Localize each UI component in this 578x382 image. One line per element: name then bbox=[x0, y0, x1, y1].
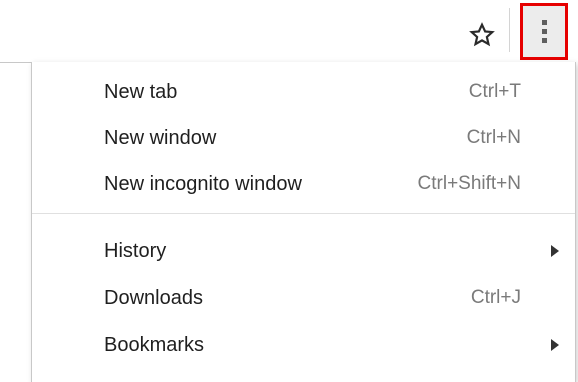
star-icon bbox=[469, 22, 495, 47]
bookmark-star-button[interactable] bbox=[464, 17, 500, 53]
menu-item-label: New tab bbox=[104, 80, 178, 103]
menu-item-label: New window bbox=[104, 126, 217, 149]
menu-item-new-tab[interactable]: New tab Ctrl+T bbox=[32, 69, 575, 115]
toolbar-divider bbox=[509, 8, 510, 52]
browser-toolbar bbox=[0, 0, 578, 62]
menu-item-label: Downloads bbox=[104, 286, 203, 309]
menu-item-new-window[interactable]: New window Ctrl+N bbox=[32, 115, 575, 161]
menu-item-bookmarks[interactable]: Bookmarks bbox=[32, 322, 575, 368]
toolbar-bottom-border bbox=[0, 62, 32, 63]
submenu-arrow-icon bbox=[551, 245, 559, 257]
chrome-dropdown-menu: New tab Ctrl+T New window Ctrl+N New inc… bbox=[31, 62, 576, 382]
menu-item-label: Bookmarks bbox=[104, 333, 205, 356]
menu-item-label: History bbox=[104, 239, 167, 262]
menu-item-shortcut: Ctrl+T bbox=[468, 81, 521, 102]
submenu-arrow-icon bbox=[551, 339, 559, 351]
menu-item-label: New incognito window bbox=[104, 172, 302, 195]
menu-item-new-incognito-window[interactable]: New incognito window Ctrl+Shift+N bbox=[32, 161, 575, 207]
menu-separator bbox=[32, 213, 575, 214]
menu-item-shortcut: Ctrl+J bbox=[470, 287, 521, 308]
menu-item-shortcut: Ctrl+Shift+N bbox=[417, 173, 521, 194]
more-vertical-icon bbox=[541, 20, 547, 43]
chrome-menu-button[interactable] bbox=[520, 3, 568, 60]
menu-item-history[interactable]: History bbox=[32, 228, 575, 274]
menu-item-downloads[interactable]: Downloads Ctrl+J bbox=[32, 275, 575, 321]
menu-item-shortcut: Ctrl+N bbox=[466, 127, 521, 148]
